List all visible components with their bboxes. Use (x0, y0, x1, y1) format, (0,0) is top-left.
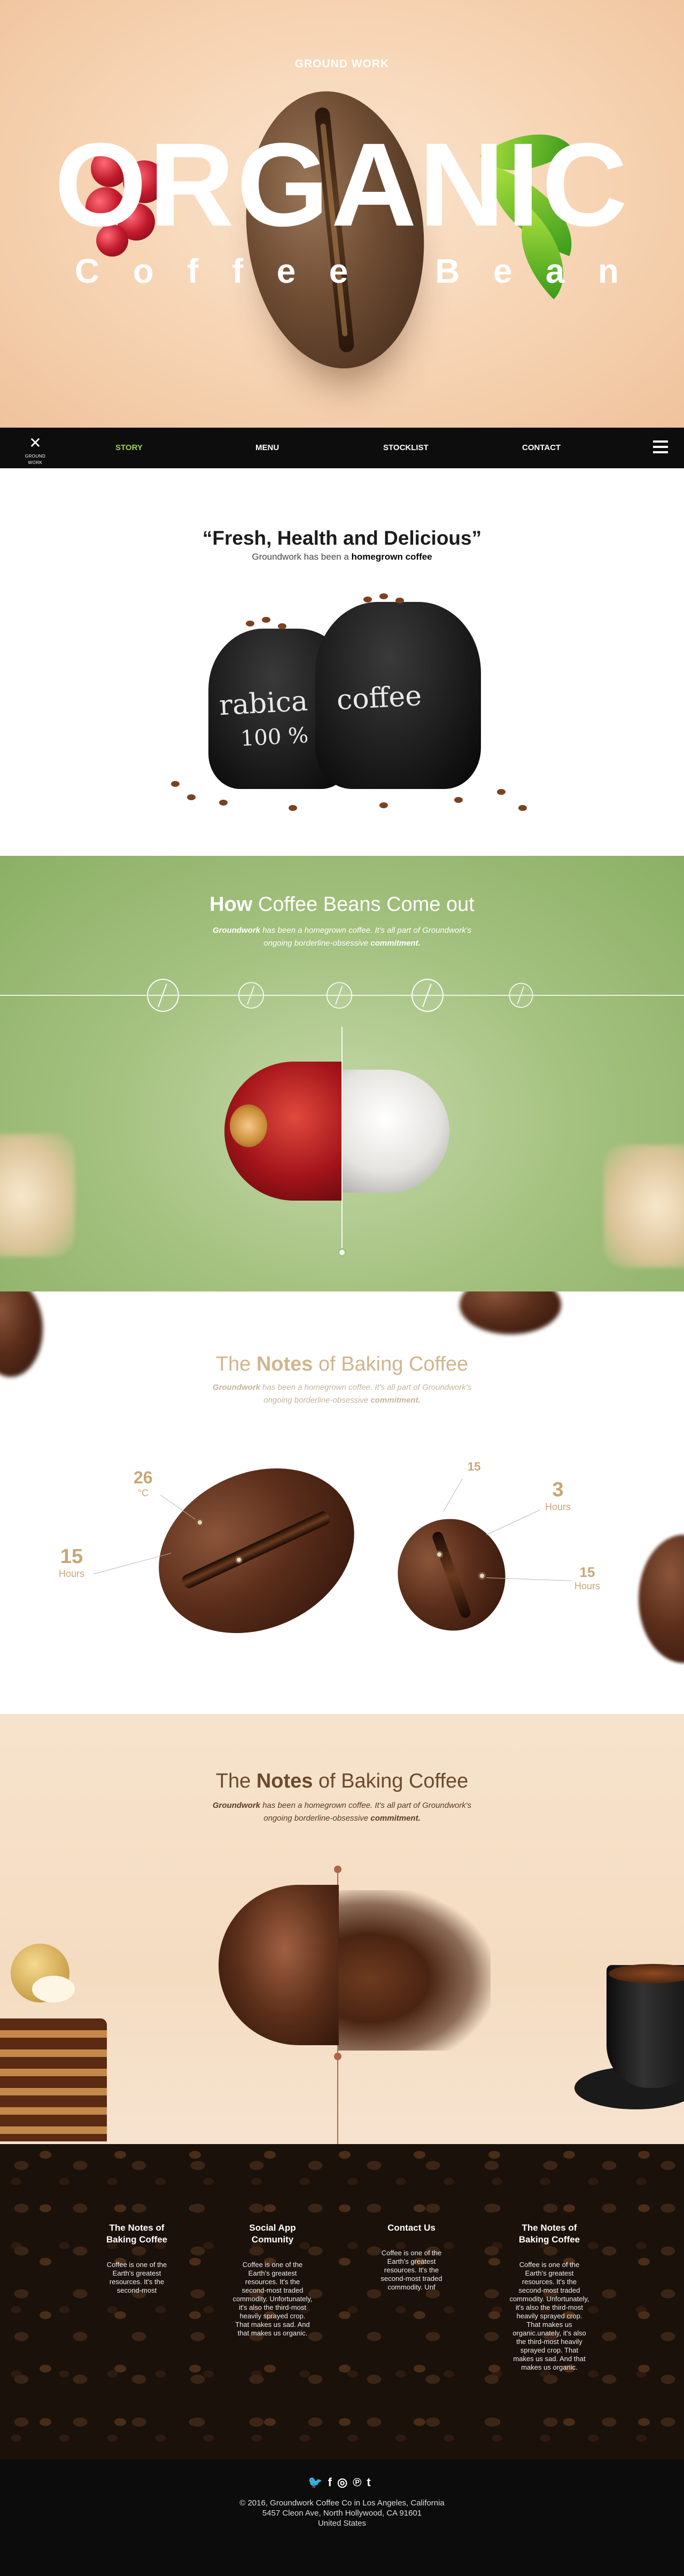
footer-column-text: Coffee is one of the Earth's greatest re… (380, 2249, 442, 2291)
note-time-label: 15 Hours (574, 1564, 601, 1591)
social-links: 🐦f◎℗t (0, 2476, 684, 2489)
note-time-label: 15 Hours (59, 1545, 85, 1579)
blurred-bean-image (460, 1291, 561, 1334)
copyright: © 2016, Groundwork Coffee Co in Los Ange… (239, 2498, 445, 2528)
hero-subtitle: CoffeeBean (75, 252, 620, 290)
footer-column-title[interactable]: Contact Us (371, 2222, 452, 2234)
facebook-icon[interactable]: f (328, 2476, 337, 2489)
pinterest-icon[interactable]: ℗ (353, 2476, 367, 2489)
blurred-cup-left-image (0, 1134, 75, 1257)
roasted-bean-large-image (131, 1437, 382, 1664)
blurred-cup-right-image (604, 1144, 684, 1267)
bean-outline-icon[interactable] (509, 983, 533, 1008)
bean-outline-icon[interactable] (238, 982, 264, 1009)
note-pin[interactable] (196, 1519, 204, 1526)
compare-handle[interactable] (338, 1248, 346, 1257)
notes-grind-section: The Notes of Baking Coffee Groundwork ha… (0, 1714, 684, 2144)
nav-item-story[interactable]: STORY (115, 428, 143, 468)
footer-column: Social App Comunity Coffee is one of the… (232, 2222, 313, 2338)
half-bean-image (219, 1885, 339, 2045)
how-section: How Coffee Beans Come out Groundwork has… (0, 856, 684, 1291)
main-nav: ✕ GROUND WORK STORY MENU STOCKLIST CONTA… (0, 428, 684, 468)
bean-outline-icon[interactable] (147, 979, 179, 1012)
footer: The Notes of Baking Coffee Coffee is one… (0, 2144, 684, 2576)
roasted-bean-small-image (382, 1504, 521, 1646)
footer-column-title[interactable]: The Notes of Baking Coffee (97, 2222, 177, 2246)
coffee-cup-image (574, 1960, 684, 2120)
footer-bottom: 🐦f◎℗t © 2016, Groundwork Coffee Co in Lo… (0, 2459, 684, 2576)
footer-column: The Notes of Baking Coffee Coffee is one… (97, 2222, 177, 2295)
notes-grind-title: The Notes of Baking Coffee (215, 1770, 469, 1792)
footer-column: The Notes of Baking Coffee Coffee is one… (509, 2222, 589, 2372)
grind-handle-bottom[interactable] (334, 2053, 341, 2060)
note-pin[interactable] (235, 1556, 243, 1564)
footer-column-text: Coffee is one of the Earth's greatest re… (509, 2261, 589, 2371)
notes-title: The Notes of Baking Coffee (215, 1353, 469, 1375)
compare-divider[interactable] (341, 1027, 343, 1251)
footer-column-title[interactable]: The Notes of Baking Coffee (509, 2222, 589, 2246)
notes-section: The Notes of Baking Coffee Groundwork ha… (0, 1291, 684, 1714)
coffee-cherry-half-image (224, 1062, 342, 1201)
bean-outline-icon[interactable] (411, 979, 444, 1012)
footer-column: Contact Us Coffee is one of the Earth's … (371, 2222, 452, 2292)
note-temp-label: 26 °C (134, 1468, 153, 1498)
story-subtitle: Groundwork has been a homegrown coffee (252, 552, 432, 562)
hero-section: GROUND WORK ORGANIC CoffeeBean (0, 0, 684, 428)
logo[interactable]: ✕ GROUND WORK (19, 433, 51, 466)
story-quote: “Fresh, Health and Delicious” (202, 527, 482, 549)
footer-column-title[interactable]: Social App Comunity (232, 2222, 313, 2246)
ground-coffee-image (338, 1890, 491, 2051)
notes-text: Groundwork has been a homegrown coffee. … (212, 1383, 472, 1405)
how-text: Groundwork has been a homegrown coffee. … (212, 926, 472, 948)
footer-column-text: Coffee is one of the Earth's greatest re… (106, 2261, 167, 2294)
blurred-bean-image (639, 1535, 684, 1663)
nav-item-contact[interactable]: CONTACT (522, 428, 561, 468)
twitter-icon[interactable]: 🐦 (308, 2476, 328, 2489)
bean-outline-icon[interactable] (327, 982, 352, 1009)
note-small-label: 15 (468, 1460, 481, 1473)
tumblr-icon[interactable]: t (367, 2476, 376, 2489)
hero-title: ORGANIC (54, 119, 630, 251)
footer-column-text: Coffee is one of the Earth's greatest re… (232, 2261, 313, 2337)
hamburger-icon[interactable] (653, 440, 668, 454)
how-title: How Coffee Beans Come out (209, 893, 475, 916)
grind-handle-top[interactable] (334, 1866, 341, 1873)
note-pin[interactable] (478, 1572, 486, 1580)
notes-grind-text: Groundwork has been a homegrown coffee. … (212, 1801, 472, 1823)
story-section: “Fresh, Health and Delicious” Groundwork… (0, 468, 684, 856)
utensils-logo-icon: ✕ (29, 435, 42, 451)
coffee-sacks-image: rabica 100 % coffee (155, 570, 545, 821)
nav-item-stocklist[interactable]: STOCKLIST (383, 428, 429, 468)
nav-item-menu[interactable]: MENU (255, 428, 279, 468)
peeled-bean-half-image (343, 1070, 449, 1193)
instagram-icon[interactable]: ◎ (337, 2476, 353, 2489)
hero-brand: GROUND WORK (294, 58, 390, 70)
note-pin[interactable] (436, 1551, 443, 1558)
cake-image (0, 1944, 112, 2141)
note-time-label: 3 Hours (545, 1479, 571, 1512)
